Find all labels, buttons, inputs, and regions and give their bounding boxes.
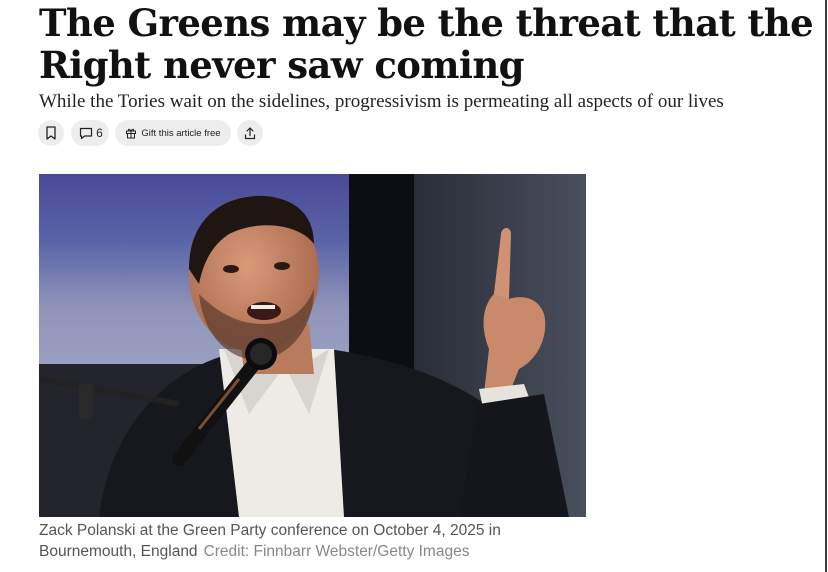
speaker-at-microphone-image bbox=[39, 174, 586, 517]
gift-article-button[interactable]: Gift this article free bbox=[115, 120, 231, 146]
photo-credit: Credit: Finnbarr Webster/Getty Images bbox=[203, 543, 470, 560]
bookmark-button[interactable] bbox=[38, 120, 64, 146]
photo-caption: Zack Polanski at the Green Party confere… bbox=[39, 520, 599, 562]
comment-icon bbox=[79, 127, 93, 140]
window-edge-divider bbox=[825, 0, 827, 572]
share-icon bbox=[244, 126, 256, 140]
share-button[interactable] bbox=[237, 120, 263, 146]
article-standfirst: While the Tories wait on the sidelines, … bbox=[39, 91, 724, 112]
bookmark-icon bbox=[45, 126, 57, 140]
comments-button[interactable]: 6 bbox=[71, 120, 109, 146]
article-photo bbox=[39, 174, 586, 517]
gift-icon bbox=[125, 127, 137, 139]
comments-count: 6 bbox=[96, 126, 103, 140]
gift-article-label: Gift this article free bbox=[141, 127, 221, 139]
article-headline: The Greens may be the threat that the Ri… bbox=[39, 1, 814, 87]
